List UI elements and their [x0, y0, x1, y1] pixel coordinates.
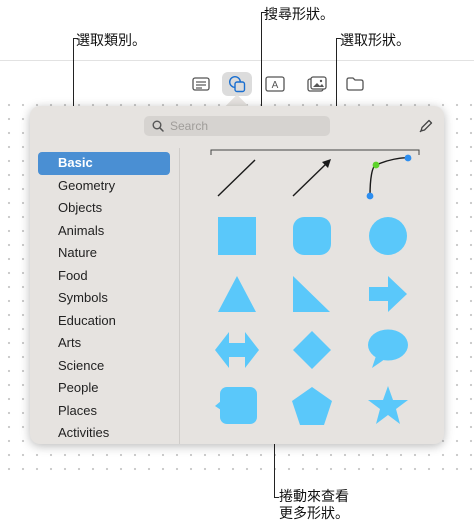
- shapes-popover: Basic Geometry Objects Animals Nature Fo…: [30, 106, 444, 444]
- line-shape[interactable]: [216, 158, 258, 198]
- callout-choose-shape: 選取形狀。: [340, 32, 410, 48]
- sidebar-item-education[interactable]: Education: [38, 310, 170, 333]
- sidebar-item-people[interactable]: People: [38, 377, 170, 400]
- search-icon: [152, 120, 164, 132]
- shapes-icon[interactable]: [222, 72, 252, 96]
- pen-draw-icon[interactable]: [418, 118, 434, 139]
- triangle-shape[interactable]: [217, 274, 257, 314]
- arrow-line-shape[interactable]: [291, 158, 333, 198]
- sidebar-item-basic[interactable]: Basic: [38, 152, 170, 175]
- svg-text:A: A: [272, 80, 279, 91]
- right-triangle-shape[interactable]: [292, 274, 332, 314]
- sidebar-item-activities[interactable]: Activities: [38, 422, 170, 445]
- sidebar-item-animals[interactable]: Animals: [38, 220, 170, 243]
- circle-shape[interactable]: [368, 216, 408, 256]
- callout-square-shape[interactable]: [214, 386, 258, 426]
- speech-bubble-shape[interactable]: [367, 328, 409, 370]
- search-input[interactable]: [170, 119, 320, 133]
- sidebar-item-nature[interactable]: Nature: [38, 242, 170, 265]
- callout-line-search: [261, 12, 262, 116]
- sidebar-item-food[interactable]: Food: [38, 265, 170, 288]
- media-icon[interactable]: [302, 72, 332, 96]
- square-shape[interactable]: [217, 216, 257, 256]
- star-shape[interactable]: [367, 385, 409, 425]
- text-box-icon[interactable]: [186, 72, 216, 96]
- sidebar-item-symbols[interactable]: Symbols: [38, 287, 170, 310]
- curve-shape[interactable]: [362, 154, 414, 202]
- sidebar-divider: [179, 148, 180, 444]
- diamond-shape[interactable]: [292, 330, 332, 370]
- sidebar-item-geometry[interactable]: Geometry: [38, 175, 170, 198]
- rounded-square-shape[interactable]: [292, 216, 332, 256]
- category-sidebar: Basic Geometry Objects Animals Nature Fo…: [38, 152, 170, 445]
- pentagon-shape[interactable]: [291, 386, 333, 426]
- text-frame-icon[interactable]: A: [260, 72, 290, 96]
- callout-scroll-more: 捲動來查看 更多形狀。: [279, 488, 349, 521]
- sidebar-item-arts[interactable]: Arts: [38, 332, 170, 355]
- toolbar-divider: [0, 60, 474, 61]
- sidebar-item-objects[interactable]: Objects: [38, 197, 170, 220]
- double-arrow-shape[interactable]: [214, 330, 260, 370]
- arrow-shape[interactable]: [368, 274, 408, 314]
- callout-choose-category: 選取類別。: [76, 32, 146, 48]
- search-field[interactable]: [144, 116, 330, 136]
- sidebar-item-science[interactable]: Science: [38, 355, 170, 378]
- callout-search-shapes: 搜尋形狀。: [264, 6, 334, 22]
- folder-icon[interactable]: [340, 72, 370, 96]
- sidebar-item-places[interactable]: Places: [38, 400, 170, 423]
